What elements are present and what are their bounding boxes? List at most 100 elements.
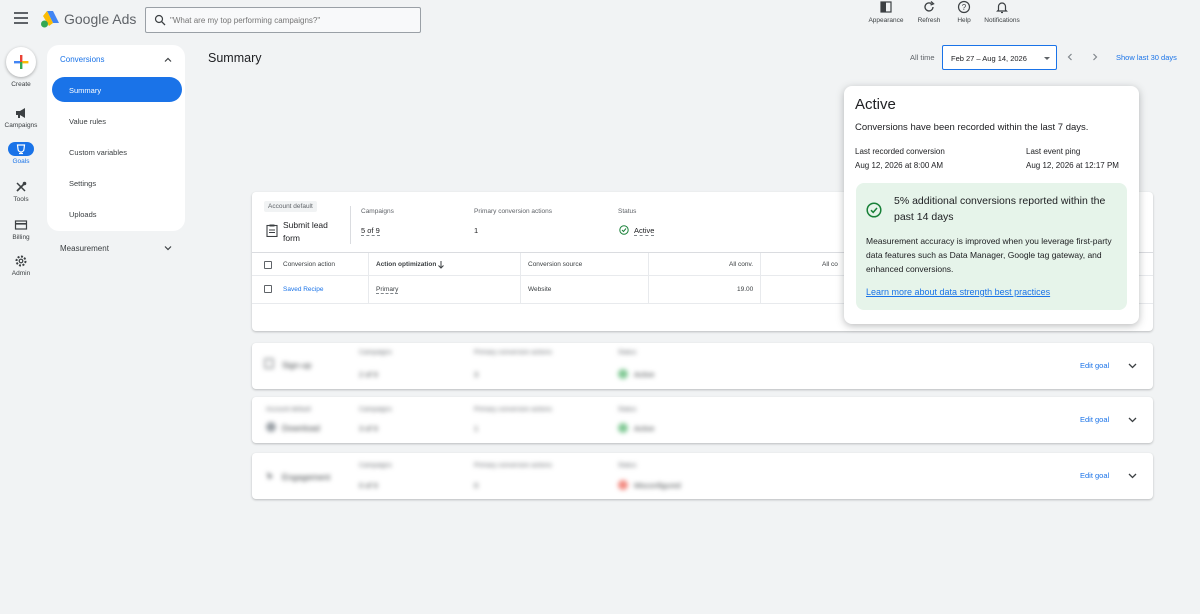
col-header-all-conv[interactable]: All conv.: [729, 261, 753, 268]
brand-name: Google Ads: [64, 11, 137, 27]
status-value[interactable]: Active: [634, 226, 655, 236]
search-input[interactable]: [170, 12, 410, 28]
row-checkbox[interactable]: [264, 285, 272, 293]
data-strength-title: 5% additional conversions reported withi…: [894, 195, 1106, 223]
primary-actions-value: 0: [474, 481, 479, 490]
col-header-action-optimization[interactable]: Action optimization: [376, 261, 436, 268]
status-value: Misconfigured: [634, 481, 681, 490]
data-strength-body: Measurement accuracy is improved when yo…: [866, 236, 1112, 274]
popover-description: Conversions have been recorded within th…: [855, 122, 1089, 133]
chevron-down-icon[interactable]: [1128, 363, 1137, 369]
chevron-down-icon[interactable]: [164, 246, 172, 251]
chevron-up-icon[interactable]: [164, 57, 172, 62]
account-default-chip: Account default: [264, 201, 317, 212]
nav-item-custom-variables[interactable]: Custom variables: [52, 139, 182, 164]
campaigns-label: Campaigns: [359, 462, 392, 469]
campaigns-value: 0 of 9: [359, 481, 378, 490]
goal-card-download[interactable]: Account default Download Campaigns 3 of …: [252, 397, 1153, 443]
goal-name: Download: [282, 423, 320, 433]
status-label: Status: [618, 462, 637, 469]
menu-icon[interactable]: [14, 12, 28, 26]
primary-actions-label: Primary conversion actions: [474, 208, 553, 215]
col-header-all-conv-value[interactable]: All co: [822, 261, 838, 268]
rail-tools-label: Tools: [13, 196, 29, 203]
select-all-checkbox[interactable]: [264, 261, 272, 269]
rail-admin-label: Admin: [11, 270, 31, 277]
col-header-conversion-action[interactable]: Conversion action: [283, 261, 335, 268]
nav-section-measurement[interactable]: Measurement: [60, 244, 109, 253]
date-range-value: Feb 27 – Aug 14, 2026: [951, 54, 1027, 63]
goal-card-engagement[interactable]: Engagement Campaigns 0 of 9 Primary conv…: [252, 453, 1153, 499]
search-icon: [154, 14, 166, 26]
trophy-icon: [16, 144, 26, 155]
status-dot: [618, 423, 628, 433]
last-ping-value: Aug 12, 2026 at 12:17 PM: [1026, 161, 1119, 170]
conversion-source-value: Website: [528, 286, 552, 293]
learn-more-link[interactable]: Learn more about data strength best prac…: [866, 287, 1050, 297]
nav-item-summary[interactable]: Summary: [52, 77, 182, 102]
conversion-action-link[interactable]: Saved Recipe: [283, 286, 323, 293]
edit-goal-link[interactable]: Edit goal: [1080, 415, 1109, 424]
notifications-label: Notifications: [984, 17, 1020, 24]
nav-item-value-rules[interactable]: Value rules: [52, 108, 182, 133]
status-popover: Active Conversions have been recorded wi…: [844, 86, 1139, 324]
primary-actions-label: Primary conversion actions: [474, 349, 553, 356]
tools-icon: [16, 181, 27, 192]
all-time-label: All time: [910, 53, 935, 62]
divider: [350, 206, 351, 244]
column-separator: [368, 253, 369, 303]
goals-active-pill: [8, 142, 34, 156]
rail-create-label-wrap: Create: [0, 79, 42, 88]
action-optimization-value[interactable]: Primary: [376, 286, 399, 294]
top-bar: Google Ads Appearance Refresh ? Help Not…: [0, 0, 1200, 40]
rail-item-tools[interactable]: Tools: [0, 180, 42, 203]
goal-card-sign-up[interactable]: Sign-up Campaigns 2 of 9 Primary convers…: [252, 343, 1153, 389]
nav-section-conversions[interactable]: Conversions: [60, 55, 104, 64]
goal-name: Engagement: [282, 472, 331, 482]
primary-actions-label: Primary conversion actions: [474, 462, 553, 469]
google-ads-logo: [41, 11, 59, 28]
column-separator: [520, 253, 521, 303]
primary-actions-label: Primary conversion actions: [474, 406, 553, 413]
show-last-30-days-link[interactable]: Show last 30 days: [1116, 53, 1177, 62]
col-header-conversion-source[interactable]: Conversion source: [528, 261, 582, 268]
chevron-right-icon[interactable]: [1091, 53, 1099, 61]
dropdown-arrow-icon: [1044, 57, 1050, 60]
card-icon: [14, 220, 28, 230]
appearance-icon: [880, 1, 892, 13]
sort-arrow-icon[interactable]: [438, 261, 444, 269]
search-box[interactable]: [145, 7, 421, 33]
rail-item-billing[interactable]: Billing: [0, 218, 42, 241]
page-title: Summary: [208, 51, 262, 65]
date-range-picker[interactable]: Feb 27 – Aug 14, 2026: [942, 45, 1057, 70]
edit-goal-link[interactable]: Edit goal: [1080, 361, 1109, 370]
rail-item-goals[interactable]: Goals: [0, 142, 42, 165]
form-icon: [264, 358, 274, 369]
primary-actions-value: 1: [474, 424, 479, 433]
nav-item-uploads[interactable]: Uploads: [52, 201, 182, 226]
status-label: Status: [618, 406, 637, 413]
goal-name: Submit lead form: [283, 220, 328, 243]
status-label: Status: [618, 208, 637, 215]
notifications-button[interactable]: Notifications: [977, 0, 1027, 24]
nav-item-settings[interactable]: Settings: [52, 170, 182, 195]
goal-name: Sign-up: [282, 360, 312, 370]
chevron-down-icon[interactable]: [1128, 417, 1137, 423]
chevron-left-icon[interactable]: [1066, 53, 1074, 61]
last-ping-label: Last event ping: [1026, 147, 1081, 156]
campaigns-value[interactable]: 5 of 9: [361, 226, 380, 236]
edit-goal-link[interactable]: Edit goal: [1080, 471, 1109, 480]
create-button[interactable]: [6, 47, 36, 77]
rail-item-admin[interactable]: Admin: [0, 254, 42, 277]
status-value: Active: [634, 370, 655, 379]
campaigns-value: 3 of 9: [359, 424, 378, 433]
last-conversion-value: Aug 12, 2026 at 8:00 AM: [855, 161, 944, 170]
megaphone-icon: [16, 108, 25, 118]
download-icon: [266, 422, 276, 432]
bell-icon: [996, 2, 1008, 14]
refresh-icon: [924, 1, 935, 12]
rail-item-campaigns[interactable]: Campaigns: [0, 106, 42, 129]
chevron-down-icon[interactable]: [1128, 473, 1137, 479]
campaigns-value: 2 of 9: [359, 370, 378, 379]
status-dot: [618, 480, 628, 490]
